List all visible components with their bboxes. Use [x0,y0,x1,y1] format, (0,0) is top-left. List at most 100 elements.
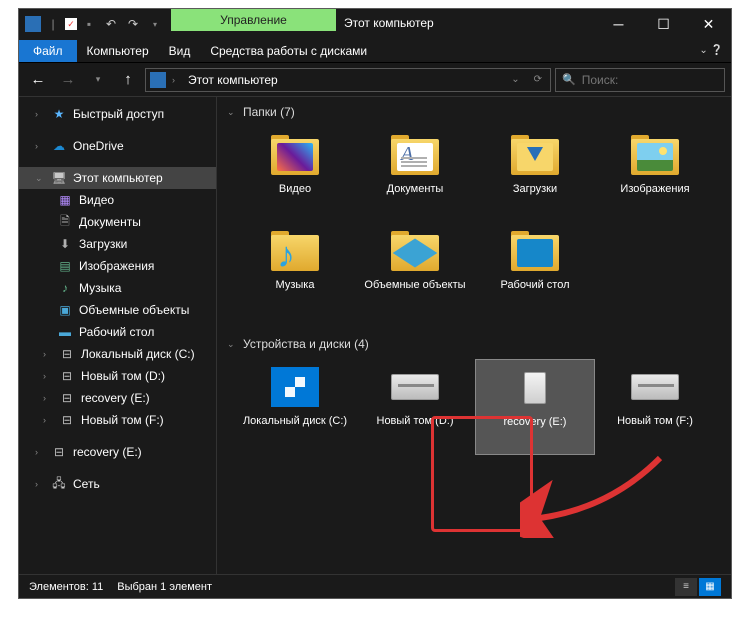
ribbon-tab-file[interactable]: Файл [19,40,77,62]
sidebar-item-quick-access[interactable]: ›★Быстрый доступ [19,103,216,125]
document-icon: 🗎 [57,214,73,230]
sidebar-item-this-pc[interactable]: ⌄🖥Этот компьютер [19,167,216,189]
drive-new-d[interactable]: Новый том (D:) [355,359,475,455]
folder-documents[interactable]: Документы [355,127,475,223]
sidebar-item-local-c[interactable]: ›⊟Локальный диск (C:) [19,343,216,365]
sidebar-label: Локальный диск (C:) [81,347,195,361]
sidebar-label: Музыка [79,281,121,295]
sidebar-item-downloads[interactable]: ⬇ Загрузки [19,233,216,255]
sidebar-item-recovery-e-root[interactable]: ›⊟recovery (E:) [19,441,216,463]
folder-video[interactable]: Видео [235,127,355,223]
view-details-button[interactable]: ≡ [675,578,697,596]
sidebar-item-video[interactable]: ▦Видео [19,189,216,211]
sidebar-label: Сеть [73,477,100,491]
address-bar[interactable]: › Этот компьютер ⌄ ⟳ [145,68,551,92]
sidebar-item-new-f[interactable]: ›⊟Новый том (F:) [19,409,216,431]
forward-button[interactable]: → [55,67,81,93]
sidebar-item-network[interactable]: ›🖧Сеть [19,473,216,495]
ribbon-tab-view[interactable]: Вид [159,40,201,62]
maximize-button[interactable]: ☐ [641,9,686,39]
sidebar-label: Видео [79,193,114,207]
folder-downloads[interactable]: Загрузки [475,127,595,223]
title-bar: | ✓ ▪ ↶ ↷ ▾ Управление Этот компьютер ─ … [19,9,731,39]
drive-icon: ⊟ [59,346,75,362]
folders-grid: Видео Документы Загрузки Изображения ♪ М… [217,123,731,329]
ribbon-expand-icon[interactable]: ⌄ ❔ [699,45,731,56]
onedrive-icon: ☁ [51,138,67,154]
sidebar-item-pictures[interactable]: ▤ Изображения [19,255,216,277]
sidebar-label: Быстрый доступ [73,107,164,121]
minimize-button[interactable]: ─ [596,9,641,39]
ribbon-tab-computer[interactable]: Компьютер [77,40,159,62]
qat-undo-icon[interactable]: ↶ [101,14,121,34]
drive-icon [391,374,439,400]
up-button[interactable]: ↑ [115,67,141,93]
folder-desktop[interactable]: Рабочий стол [475,223,595,319]
sidebar-item-documents[interactable]: 🗎 Документы [19,211,216,233]
qat-properties-icon[interactable]: ▪ [79,14,99,34]
sidebar-label: Изображения [79,259,154,273]
download-icon: ⬇ [57,236,73,252]
network-icon: 🖧 [51,476,67,492]
close-button[interactable]: ✕ [686,9,731,39]
search-box[interactable]: 🔍 [555,68,725,92]
address-dropdown-icon[interactable]: ⌄ [507,74,523,85]
drives-grid: Локальный диск (C:) Новый том (D:) recov… [217,355,731,465]
address-chevron-icon[interactable]: › [172,75,182,85]
folder-music[interactable]: ♪ Музыка [235,223,355,319]
sidebar-item-3d-objects[interactable]: ▣ Объемные объекты [19,299,216,321]
sidebar-label: Новый том (F:) [81,413,164,427]
drive-icon: ⊟ [59,368,75,384]
music-icon: ♪ [57,280,73,296]
sidebar-label: recovery (E:) [73,445,142,459]
explorer-window: | ✓ ▪ ↶ ↷ ▾ Управление Этот компьютер ─ … [18,8,732,599]
cube-icon: ▣ [57,302,73,318]
drive-icon: ⊟ [59,390,75,406]
sidebar-label: Рабочий стол [79,325,154,339]
sidebar-label: Загрузки [79,237,127,251]
sidebar-label: Объемные объекты [79,303,189,317]
drive-new-f[interactable]: Новый том (F:) [595,359,715,455]
chevron-down-icon: ⌄ [227,339,237,350]
sidebar-item-recovery-e[interactable]: ›⊟recovery (E:) [19,387,216,409]
drive-local-c[interactable]: Локальный диск (C:) [235,359,355,455]
section-header-folders[interactable]: ⌄Папки (7) [217,97,731,123]
desktop-icon: ▬ [57,324,73,340]
drive-icon: ⊟ [59,412,75,428]
sidebar-label: OneDrive [73,139,124,153]
recent-locations-icon[interactable]: ▾ [85,67,111,93]
drive-recovery-e[interactable]: recovery (E:) [475,359,595,455]
status-selection-count: Выбран 1 элемент [117,581,212,593]
sidebar-item-music[interactable]: ♪ Музыка [19,277,216,299]
sidebar-item-new-d[interactable]: ›⊟Новый том (D:) [19,365,216,387]
content-pane: ⌄Папки (7) Видео Документы Загрузки Изоб… [217,97,731,574]
back-button[interactable]: ← [25,67,51,93]
section-header-devices[interactable]: ⌄Устройства и диски (4) [217,329,731,355]
qat-checkbox-icon[interactable]: ✓ [65,18,77,30]
folder-pictures[interactable]: Изображения [595,127,715,223]
drive-icon: ⊟ [51,444,67,460]
navigation-bar: ← → ▾ ↑ › Этот компьютер ⌄ ⟳ 🔍 [19,63,731,97]
star-icon: ★ [51,106,67,122]
status-item-count: Элементов: 11 [29,581,103,593]
qat-dropdown-icon[interactable]: ▾ [145,14,165,34]
ribbon-tab-drive-tools[interactable]: Средства работы с дисками [200,40,377,62]
search-input[interactable] [582,73,737,87]
pictures-icon: ▤ [57,258,73,274]
chevron-down-icon: ⌄ [227,107,237,118]
quick-access-toolbar: | ✓ ▪ ↶ ↷ ▾ [19,9,165,39]
qat-redo-icon[interactable]: ↷ [123,14,143,34]
status-bar: Элементов: 11 Выбран 1 элемент ≡ ▦ [19,574,731,598]
contextual-tab-manage[interactable]: Управление [171,9,336,31]
recovery-drive-icon [524,372,546,404]
view-large-icons-button[interactable]: ▦ [699,578,721,596]
refresh-icon[interactable]: ⟳ [530,74,546,85]
address-path[interactable]: Этот компьютер [188,73,501,87]
folder-3d-objects[interactable]: Объемные объекты [355,223,475,319]
sidebar-item-onedrive[interactable]: ›☁OneDrive [19,135,216,157]
drive-icon [631,374,679,400]
sidebar-label: recovery (E:) [81,391,150,405]
sidebar-item-desktop[interactable]: ▬ Рабочий стол [19,321,216,343]
search-icon: 🔍 [562,73,576,86]
sidebar-label: Документы [79,215,141,229]
